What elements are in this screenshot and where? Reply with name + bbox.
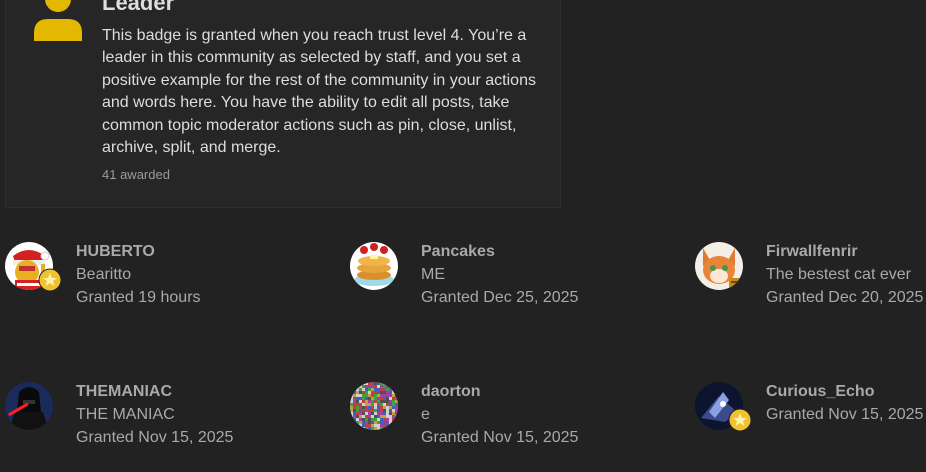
user-grant-item: daorton e Granted Nov 15, 2025 <box>350 382 680 452</box>
avatar[interactable] <box>350 242 398 290</box>
user-icon <box>33 0 83 41</box>
user-title: ME <box>421 266 445 283</box>
username[interactable]: HUBERTO <box>76 242 155 262</box>
user-title: e <box>421 406 430 423</box>
awarded-count: 41 awarded <box>102 167 170 182</box>
user-grant-item: Curious_Echo Granted Nov 15, 2025 <box>695 382 926 452</box>
user-title: THE MANIAC <box>76 406 175 423</box>
user-grant-item: HUBERTO Bearitto Granted 19 hours <box>5 242 335 312</box>
star-icon <box>728 408 752 432</box>
user-grant-item: Pancakes ME Granted Dec 25, 2025 <box>350 242 680 312</box>
avatar[interactable] <box>350 382 398 430</box>
badge-description: This badge is granted when you reach tru… <box>102 27 536 157</box>
granted-date: Granted Dec 20, 2025 <box>766 289 924 306</box>
user-title: Bearitto <box>76 266 132 283</box>
username[interactable]: Curious_Echo <box>766 382 874 402</box>
username[interactable]: THEMANIAC <box>76 382 172 402</box>
avatar[interactable] <box>695 242 743 290</box>
username[interactable]: Pancakes <box>421 242 495 262</box>
user-grant-item: Firwallfenrir The bestest cat ever Grant… <box>695 242 926 312</box>
granted-date: Granted Nov 15, 2025 <box>76 429 234 446</box>
badge-card: Leader This badge is granted when you re… <box>5 0 561 208</box>
star-icon <box>38 268 62 292</box>
username[interactable]: Firwallfenrir <box>766 242 858 262</box>
badge-title: Leader <box>102 0 175 15</box>
granted-date: Granted Nov 15, 2025 <box>421 429 579 446</box>
avatar[interactable] <box>5 382 53 430</box>
username[interactable]: daorton <box>421 382 481 402</box>
user-title: The bestest cat ever <box>766 266 911 283</box>
granted-date: Granted Dec 25, 2025 <box>421 289 579 306</box>
granted-date: Granted 19 hours <box>76 289 201 306</box>
user-grant-item: THEMANIAC THE MANIAC Granted Nov 15, 202… <box>5 382 335 452</box>
granted-date: Granted Nov 15, 2025 <box>766 406 924 423</box>
